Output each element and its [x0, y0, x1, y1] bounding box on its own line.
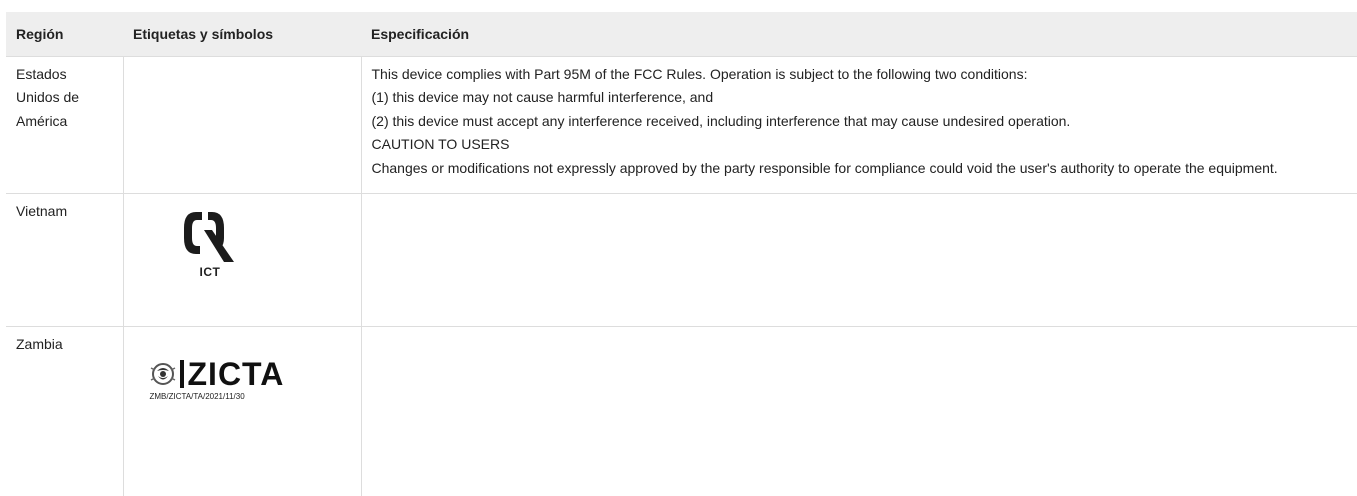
header-specification: Especificación	[361, 12, 1357, 56]
specification-cell	[361, 192, 1357, 326]
zicta-registration-number: ZMB/ZICTA/TA/2021/11/30	[149, 391, 245, 401]
zicta-divider	[179, 359, 184, 388]
page: Región Etiquetas y símbolos Especificaci…	[0, 0, 1357, 496]
header-region: Región	[6, 12, 123, 56]
zicta-logo: ZICTA ZMB/ZICTA/TA/2021/11/30	[148, 358, 328, 408]
labels-cell: ICT	[123, 192, 362, 326]
region-cell: Vietnam	[6, 192, 124, 326]
table-row: Zambia ZICTA ZMB/ZICTA/TA/2021/11/30	[6, 325, 1357, 496]
spec-line: (2) this device must accept any interfer…	[371, 112, 1071, 129]
labels-cell: ZICTA ZMB/ZICTA/TA/2021/11/30	[123, 325, 362, 496]
spec-line: This device complies with Part 95M of th…	[371, 65, 1028, 82]
zicta-emblem-icon	[150, 362, 175, 385]
ict-quality-mark-icon	[183, 211, 234, 262]
table-row: Estados Unidos de América This device co…	[6, 55, 1357, 193]
region-cell: Estados Unidos de América	[6, 55, 124, 193]
zicta-wordmark: ZICTA	[187, 355, 285, 392]
header-labels-symbols: Etiquetas y símbolos	[123, 12, 361, 56]
table-row: Vietnam ICT	[6, 192, 1357, 326]
ict-logo: ICT	[180, 208, 240, 292]
table-header-row: Región Etiquetas y símbolos Especificaci…	[6, 12, 1357, 56]
spec-line: Changes or modifications not expressly a…	[371, 159, 1278, 176]
region-cell: Zambia	[6, 325, 124, 496]
labels-cell	[123, 55, 362, 193]
regulatory-table: Región Etiquetas y símbolos Especificaci…	[6, 12, 1357, 496]
spec-line: CAUTION TO USERS	[371, 136, 510, 152]
specification-cell: This device complies with Part 95M of th…	[361, 55, 1357, 193]
specification-cell	[361, 325, 1357, 496]
ict-logo-text: ICT	[199, 264, 221, 279]
spec-line: (1) this device may not cause harmful in…	[371, 89, 714, 105]
